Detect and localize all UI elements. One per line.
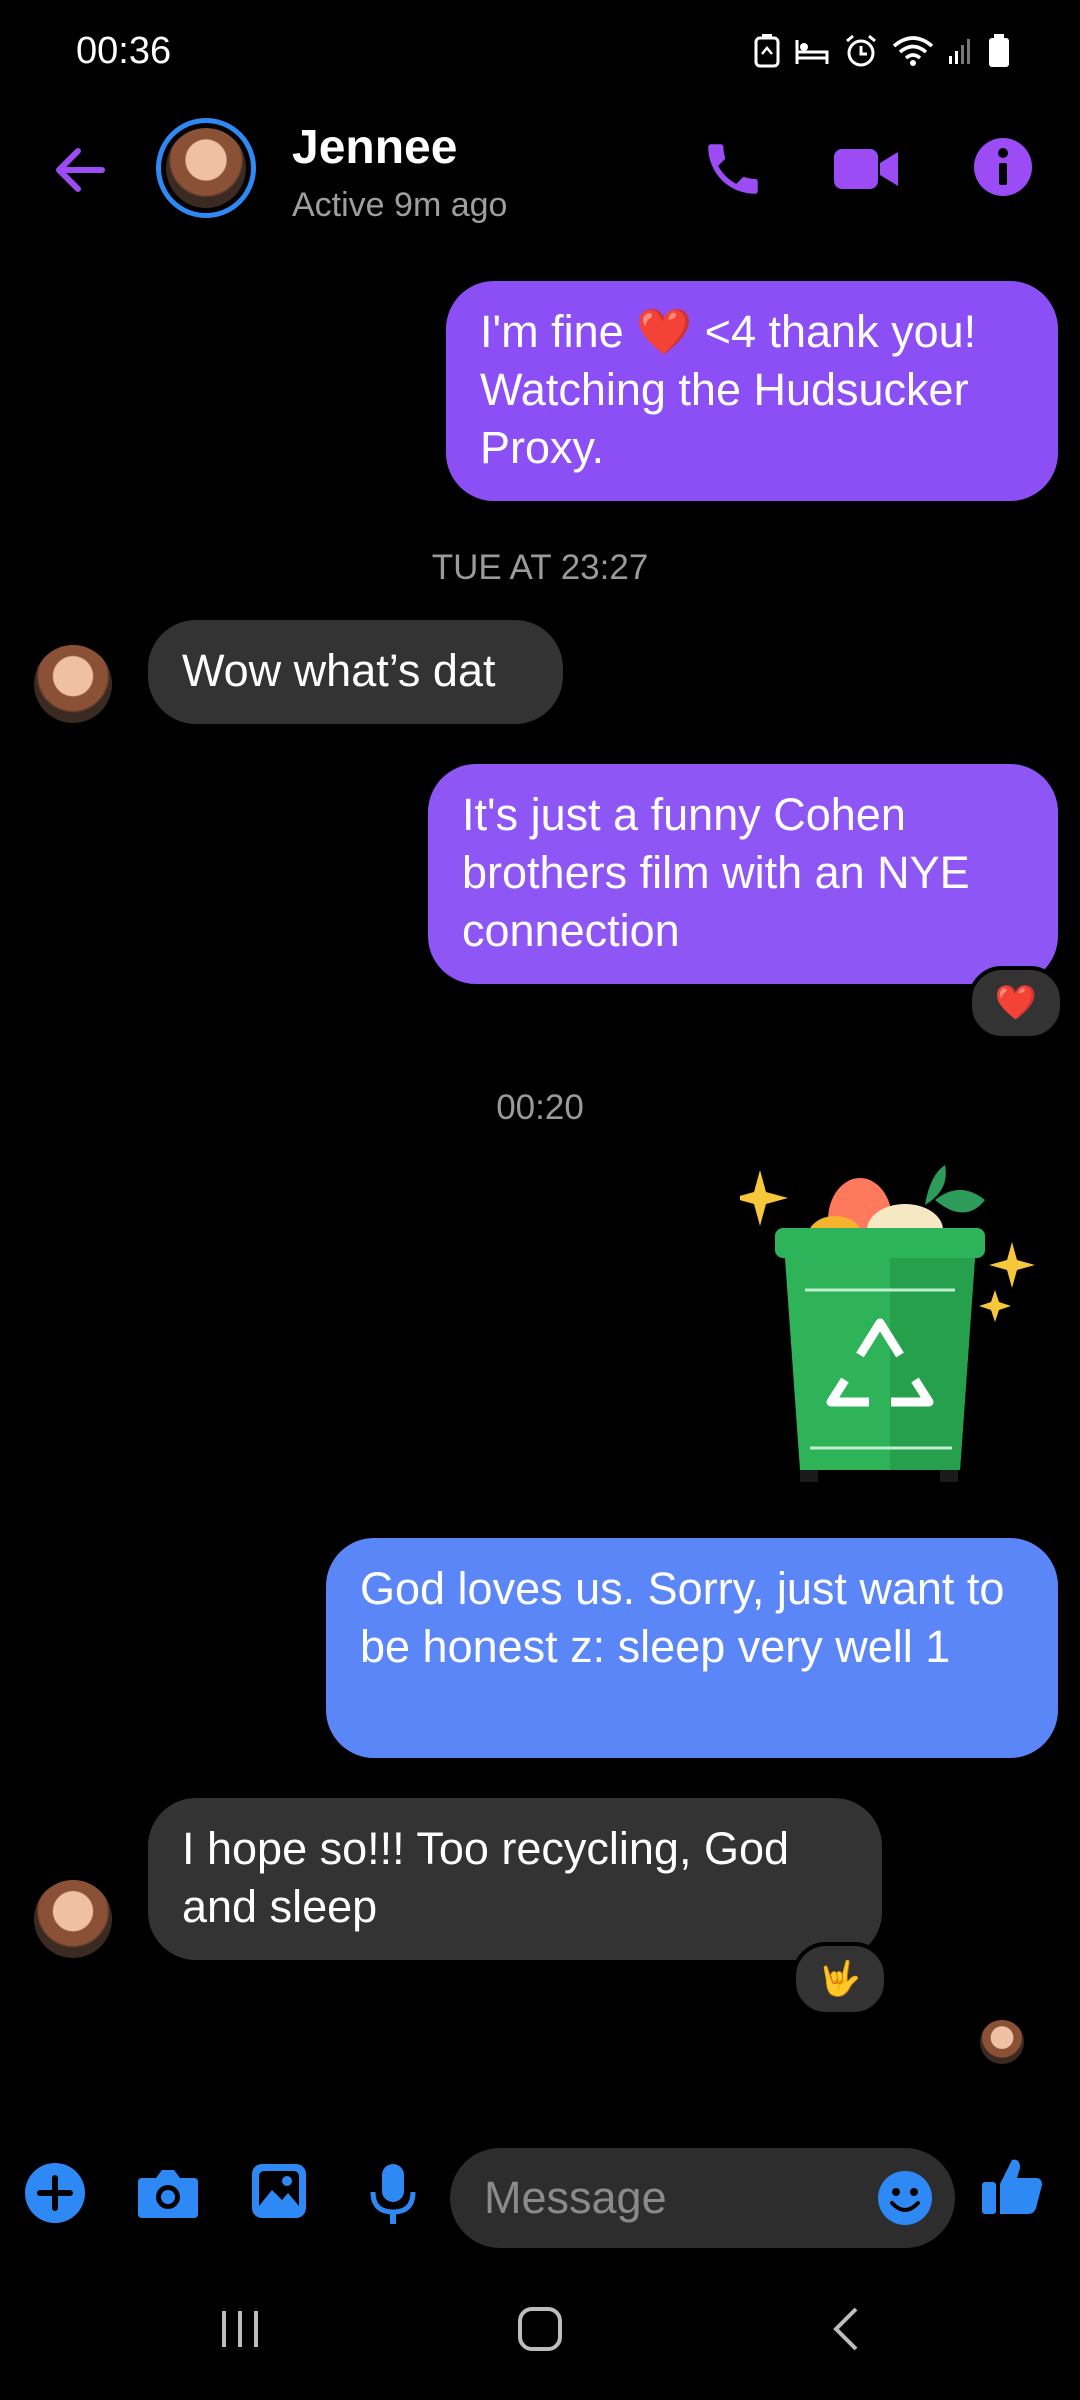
gallery-icon[interactable] bbox=[250, 2162, 308, 2225]
status-icons bbox=[754, 34, 1010, 68]
seen-indicator-avatar bbox=[980, 2020, 1024, 2064]
video-camera-icon[interactable] bbox=[832, 136, 902, 207]
add-icon[interactable] bbox=[24, 2162, 86, 2229]
sleep-mode-icon bbox=[795, 40, 829, 64]
signal-icon bbox=[949, 39, 970, 64]
timestamp: 00:20 bbox=[496, 1088, 584, 1127]
timestamp: TUE AT 23:27 bbox=[431, 548, 649, 587]
emoji-icon[interactable] bbox=[877, 2170, 933, 2231]
phone-icon[interactable] bbox=[700, 136, 766, 207]
thumbs-up-icon[interactable] bbox=[980, 2154, 1044, 2223]
back-icon[interactable] bbox=[826, 2305, 866, 2358]
contact-status: Active 9m ago bbox=[292, 186, 508, 224]
reaction-heart[interactable]: ❤️ bbox=[968, 966, 1064, 1040]
contact-name[interactable]: Jennee bbox=[292, 120, 457, 175]
wifi-icon bbox=[892, 36, 934, 66]
outgoing-message[interactable]: God loves us. Sorry, just want to be hon… bbox=[326, 1538, 1058, 1758]
incoming-message[interactable]: I hope so!!! Too recycling, God and slee… bbox=[148, 1798, 882, 1960]
alarm-icon bbox=[846, 34, 876, 67]
outgoing-message[interactable]: I'm fine ❤️ <4 thank you! Watching the H… bbox=[446, 281, 1058, 501]
camera-icon[interactable] bbox=[136, 2162, 200, 2229]
home-icon[interactable] bbox=[516, 2305, 564, 2358]
recent-apps-icon[interactable] bbox=[218, 2305, 262, 2358]
contact-avatar[interactable] bbox=[156, 118, 256, 218]
microphone-icon[interactable] bbox=[368, 2162, 418, 2233]
contact-avatar-small[interactable] bbox=[34, 1880, 112, 1958]
reaction-love-you-gesture[interactable]: 🤟 bbox=[792, 1942, 888, 2016]
outgoing-message[interactable]: It's just a funny Cohen brothers film wi… bbox=[428, 764, 1058, 984]
incoming-message[interactable]: Wow what’s dat bbox=[148, 620, 563, 724]
recycling-bin-sticker[interactable] bbox=[732, 1160, 1040, 1495]
info-icon[interactable] bbox=[972, 136, 1034, 203]
back-arrow-icon[interactable] bbox=[50, 140, 110, 205]
heart-emoji: ❤️ bbox=[636, 306, 693, 357]
battery-icon bbox=[989, 34, 1009, 67]
status-time: 00:36 bbox=[76, 30, 172, 72]
battery-saver-icon bbox=[754, 34, 780, 68]
contact-avatar-small[interactable] bbox=[34, 645, 112, 723]
